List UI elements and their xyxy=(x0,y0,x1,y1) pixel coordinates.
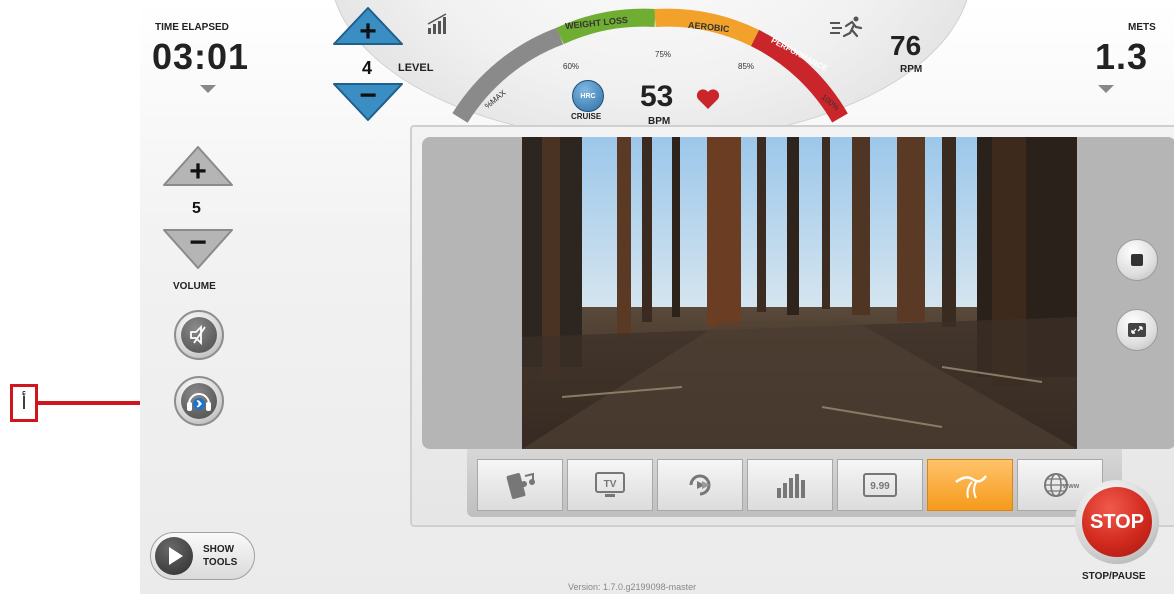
mets-dropdown-icon[interactable] xyxy=(1098,85,1114,93)
rpm-label: RPM xyxy=(900,64,923,75)
plus-icon: + xyxy=(359,15,377,48)
zone-pct-75: 75% xyxy=(655,50,672,59)
video-player[interactable] xyxy=(522,137,1077,449)
play-circle-icon xyxy=(155,537,193,575)
console-screen: WEIGHT LOSS AEROBIC PERFORMANCE %MAX 60%… xyxy=(140,0,1174,594)
hrc-label: HRC xyxy=(580,92,596,100)
bluetooth-headphones-icon xyxy=(187,393,211,411)
mute-button[interactable] xyxy=(174,310,224,360)
tab-stats[interactable] xyxy=(747,459,833,511)
time-dropdown-icon[interactable] xyxy=(200,85,216,93)
minus-icon: − xyxy=(189,226,207,259)
mets-value: 1.3 xyxy=(1095,36,1149,77)
time-elapsed-value: 03:01 xyxy=(152,36,250,77)
forest-video-frame xyxy=(522,137,1077,449)
svg-text:9.99: 9.99 xyxy=(870,481,890,492)
media-panel: TV 9.99 www xyxy=(410,125,1174,527)
stop-button[interactable]: STOP xyxy=(1075,480,1159,564)
show-tools-button[interactable]: SHOW TOOLS xyxy=(150,532,255,580)
volume-label: VOLUME xyxy=(173,281,216,292)
time-elapsed-label: TIME ELAPSED xyxy=(155,22,229,33)
media-tabs: TV 9.99 www xyxy=(467,449,1122,517)
stop-video-button[interactable] xyxy=(1116,239,1158,281)
zone-pct-60: 60% xyxy=(563,62,580,71)
cruise-label: CRUISE xyxy=(571,112,602,121)
replay-icon xyxy=(689,474,711,496)
mute-icon xyxy=(190,324,206,346)
level-up-button[interactable]: + xyxy=(332,6,404,48)
annotation-marker: أ xyxy=(10,384,38,422)
fullscreen-button[interactable] xyxy=(1116,309,1158,351)
level-value: 4 xyxy=(362,58,373,78)
tab-music[interactable] xyxy=(477,459,563,511)
volume-down-button[interactable]: − xyxy=(162,228,234,270)
price-999-icon: 9.99 xyxy=(863,473,897,497)
runner-icon xyxy=(830,16,863,38)
stop-pause-caption: STOP/PAUSE xyxy=(1082,571,1146,582)
heart-rate-value: 53 xyxy=(640,80,674,113)
version-text: Version: 1.7.0.g2199098-master xyxy=(568,582,697,592)
svg-text:www: www xyxy=(1062,483,1079,490)
minus-icon: − xyxy=(359,79,377,112)
expand-icon xyxy=(1128,323,1146,337)
music-phone-icon xyxy=(506,472,535,499)
hrc-cruise-button[interactable]: HRC xyxy=(572,80,604,112)
bluetooth-audio-button[interactable] xyxy=(174,376,224,426)
stop-button-label: STOP xyxy=(1082,487,1152,557)
tab-tv[interactable]: TV xyxy=(567,459,653,511)
virtual-road-icon xyxy=(955,475,987,499)
annotation-arrow-line xyxy=(38,401,146,405)
level-chart-icon xyxy=(427,13,447,34)
level-label: LEVEL xyxy=(398,62,434,74)
volume-value: 5 xyxy=(192,200,201,217)
tv-icon: TV xyxy=(595,472,625,497)
www-globe-icon: www xyxy=(1044,473,1079,497)
tab-replay[interactable] xyxy=(657,459,743,511)
zone-pct-85: 85% xyxy=(738,62,755,71)
tab-price[interactable]: 9.99 xyxy=(837,459,923,511)
level-down-button[interactable]: − xyxy=(332,79,404,122)
tab-virtual-road[interactable] xyxy=(927,459,1013,511)
show-tools-line1: SHOW xyxy=(203,544,235,555)
stats-bars-icon xyxy=(777,474,805,498)
mets-label: METS xyxy=(1128,22,1156,33)
show-tools-line2: TOOLS xyxy=(203,557,238,568)
volume-up-button[interactable]: + xyxy=(162,145,234,187)
zone-gray xyxy=(452,27,564,123)
stop-square-icon xyxy=(1131,254,1143,266)
media-screen xyxy=(422,137,1174,449)
rpm-value: 76 xyxy=(890,30,922,61)
heart-icon xyxy=(696,89,720,109)
svg-text:TV: TV xyxy=(604,479,617,490)
plus-icon: + xyxy=(189,155,207,188)
